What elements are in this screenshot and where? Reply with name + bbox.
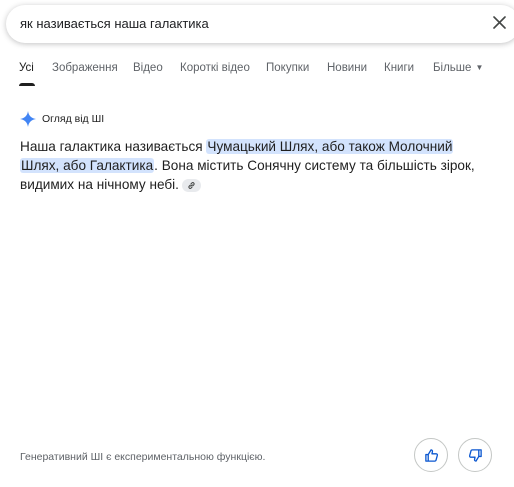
thumbs-down-button[interactable]: [458, 438, 492, 472]
disclaimer-text: Генеративний ШІ є експериментальною функ…: [20, 451, 266, 463]
tab-images[interactable]: Зображення: [52, 62, 118, 74]
tab-shopping[interactable]: Покупки: [266, 62, 309, 74]
ai-overview-answer: Наша галактика називається Чумацький Шля…: [20, 137, 490, 194]
answer-highlight-line1: Чумацький Шлях, або також Молочний: [206, 139, 454, 154]
tab-all[interactable]: Усі: [19, 62, 34, 74]
source-link-button[interactable]: [181, 178, 201, 192]
thumbs-up-button[interactable]: [414, 438, 448, 472]
search-bar[interactable]: як називається наша галактика: [6, 5, 514, 43]
thumbs-up-icon: [424, 448, 438, 462]
sparkle-icon: [20, 111, 36, 127]
tab-videos[interactable]: Відео: [133, 62, 163, 74]
tab-books[interactable]: Книги: [384, 62, 414, 74]
ai-overview-header: Огляд від ШІ: [20, 110, 104, 128]
close-icon: [492, 15, 506, 29]
link-icon: [188, 182, 195, 189]
search-input[interactable]: як називається наша галактика: [20, 16, 209, 31]
active-tab-indicator: [19, 83, 35, 86]
search-tabs: Усі Зображення Відео Короткі відео Покуп…: [0, 62, 514, 86]
ai-overview-title: Огляд від ШІ: [42, 113, 105, 125]
thumbs-down-icon: [468, 448, 482, 462]
clear-search-button[interactable]: [491, 14, 507, 30]
tab-more[interactable]: Більше ▼: [433, 62, 483, 74]
tab-news[interactable]: Новини: [327, 62, 367, 74]
tab-more-label: Більше: [433, 62, 472, 74]
tab-short-videos[interactable]: Короткі відео: [180, 62, 250, 74]
answer-prefix: Наша галактика називається: [20, 139, 207, 154]
caret-down-icon: ▼: [475, 63, 484, 73]
answer-highlight-line2: Шлях, або Галактика: [20, 158, 155, 173]
